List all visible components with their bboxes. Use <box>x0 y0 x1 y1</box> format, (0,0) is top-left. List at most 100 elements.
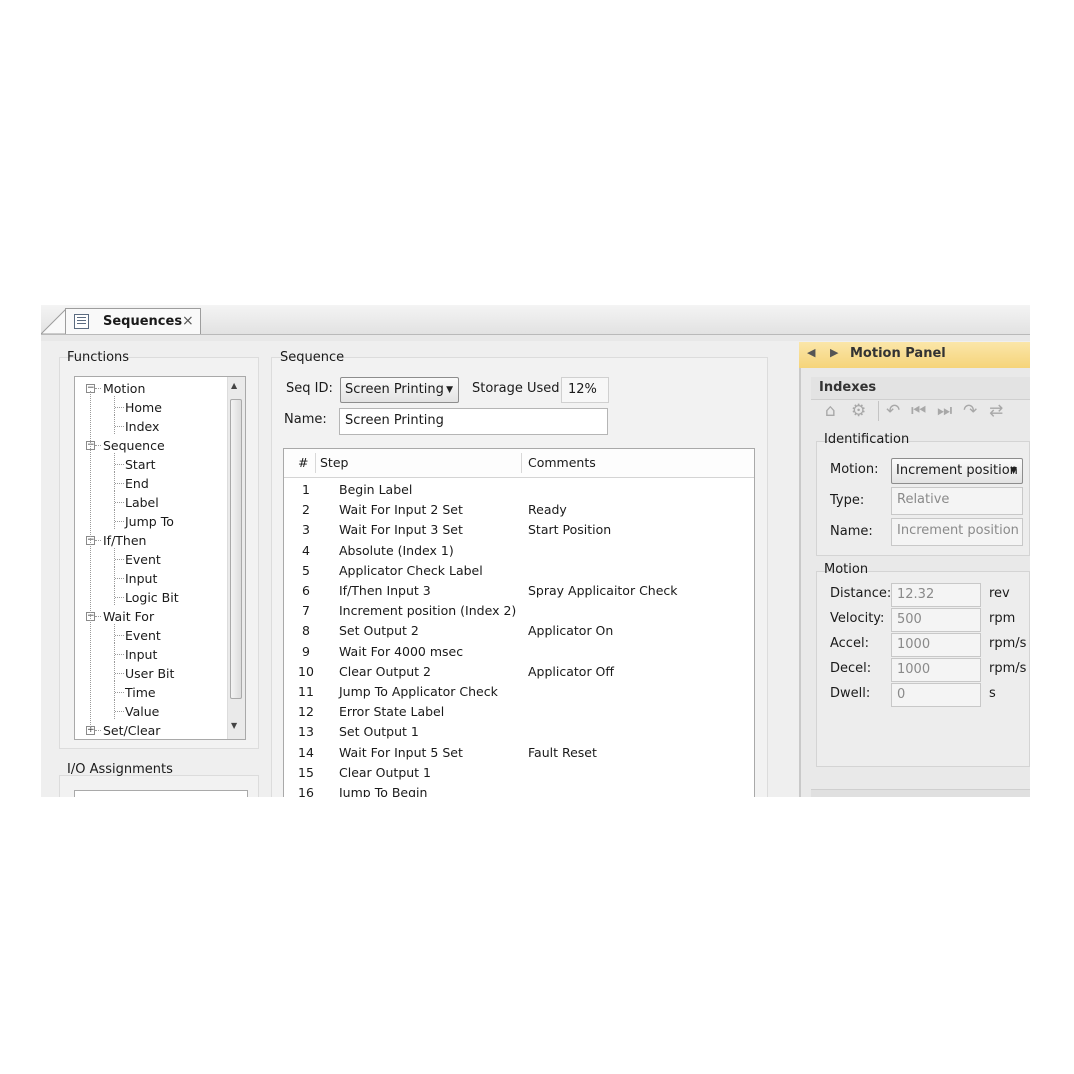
undo-icon[interactable]: ↶ <box>886 401 900 421</box>
tree-connector <box>115 578 124 579</box>
seq-id-dropdown[interactable]: Screen Printing ▼ <box>340 377 459 403</box>
tree-connector <box>95 616 101 617</box>
tree-connector <box>114 491 115 510</box>
row-step: Increment position (Index 2) <box>339 603 517 618</box>
tree-connector <box>114 548 115 567</box>
row-number: 8 <box>302 623 310 638</box>
row-comment: Fault Reset <box>528 745 597 760</box>
column-number[interactable]: # <box>298 453 308 473</box>
row-step: Applicator Check Label <box>339 563 483 578</box>
row-step: Begin Label <box>339 482 413 497</box>
tree-leaf[interactable]: Start <box>125 455 156 474</box>
identification-title: Identification <box>824 432 910 447</box>
column-step[interactable]: Step <box>320 453 348 473</box>
row-step: Wait For Input 3 Set <box>339 522 463 537</box>
tree-connector <box>114 700 115 719</box>
tree-connector <box>114 510 115 529</box>
toolbar-separator <box>878 401 879 421</box>
tab-sequences[interactable]: Sequences × <box>65 308 201 334</box>
row-number: 2 <box>302 502 310 517</box>
scroll-up-icon[interactable]: ▲ <box>231 381 237 390</box>
tree-node[interactable]: If/Then <box>103 531 146 550</box>
motion-field-input[interactable]: 1000 <box>891 658 981 682</box>
back-arrow-icon[interactable]: ◀ <box>807 346 815 359</box>
tree-leaf[interactable]: Label <box>125 493 159 512</box>
table-header: # Step Comments <box>284 449 754 478</box>
motion-dropdown[interactable]: Increment position ▼ <box>891 458 1023 484</box>
tree-leaf[interactable]: Input <box>125 569 157 588</box>
motion-field-label: Velocity: <box>830 611 885 626</box>
chevron-down-icon: ▼ <box>446 385 453 395</box>
motion-field-input[interactable]: 500 <box>891 608 981 632</box>
tree-node[interactable]: Set/Clear <box>103 721 160 739</box>
row-number: 16 <box>298 785 314 797</box>
content-border <box>41 335 1030 341</box>
motion-field-unit: rpm/s <box>989 636 1027 651</box>
scroll-thumb[interactable] <box>230 399 242 699</box>
tree-leaf[interactable]: Input <box>125 645 157 664</box>
tree-leaf[interactable]: User Bit <box>125 664 174 683</box>
tree-connector <box>114 472 115 491</box>
row-step: Absolute (Index 1) <box>339 543 454 558</box>
row-number: 12 <box>298 704 314 719</box>
column-comments[interactable]: Comments <box>528 453 596 473</box>
functions-tree[interactable]: − Motion Home Index − Sequence Start End Label Ju… <box>74 376 246 740</box>
row-step: Jump To Applicator Check <box>339 684 498 699</box>
row-step: Jump To Begin <box>339 785 428 797</box>
tree-node[interactable]: Wait For <box>103 607 154 626</box>
tree-connector <box>114 415 115 434</box>
home-icon[interactable]: ⌂ <box>825 401 836 421</box>
tree-leaf[interactable]: Event <box>125 550 161 569</box>
sequence-name-input[interactable]: Screen Printing <box>339 408 608 435</box>
sequence-steps-table[interactable]: # Step Comments 1 Begin Label 2 Wait For In… <box>283 448 755 797</box>
tree-connector <box>115 483 124 484</box>
tree-connector <box>95 730 101 731</box>
redo-icon[interactable]: ↷ <box>963 401 977 421</box>
row-step: Set Output 2 <box>339 623 419 638</box>
row-step: Wait For 4000 msec <box>339 644 464 659</box>
motion-field-input[interactable]: 12.32 <box>891 583 981 607</box>
forward-arrow-icon[interactable]: ▶ <box>830 346 838 359</box>
tree-node[interactable]: Sequence <box>103 436 165 455</box>
tree-connector <box>114 681 115 700</box>
row-number: 6 <box>302 583 310 598</box>
motion-field-unit: s <box>989 686 996 701</box>
row-comment: Applicator Off <box>528 664 615 679</box>
row-number: 7 <box>302 603 310 618</box>
tab-strip: Sequences × <box>41 305 1030 335</box>
scroll-down-icon[interactable]: ▼ <box>231 721 237 730</box>
home-gear-icon[interactable]: ⚙ <box>851 401 866 421</box>
sequence-title: Sequence <box>280 350 345 365</box>
skip-forward-icon[interactable]: ⏭ <box>937 401 952 421</box>
tree-connector <box>115 559 124 560</box>
motion-group-title: Motion <box>824 562 869 577</box>
tree-scrollbar[interactable]: ▲ ▼ <box>227 377 245 739</box>
tree-connector <box>114 586 115 605</box>
skip-back-icon[interactable]: ⏮ <box>911 401 926 421</box>
tree-leaf[interactable]: Jump To <box>125 512 174 531</box>
tree-connector <box>95 388 101 389</box>
tab-slant <box>41 308 67 334</box>
tree-leaf[interactable]: Event <box>125 626 161 645</box>
row-comment: Ready <box>528 502 567 517</box>
swap-icon[interactable]: ⇄ <box>989 401 1003 421</box>
row-step: Wait For Input 5 Set <box>339 745 463 760</box>
tree-leaf[interactable]: Time <box>125 683 156 702</box>
tree-leaf[interactable]: End <box>125 474 149 493</box>
motion-field-input[interactable]: 0 <box>891 683 981 707</box>
motion-field-input[interactable]: 1000 <box>891 633 981 657</box>
row-number: 1 <box>302 482 310 497</box>
close-icon[interactable]: × <box>182 313 194 329</box>
name-label: Name: <box>284 412 327 427</box>
io-assignments-list[interactable] <box>74 790 248 797</box>
tree-node[interactable]: Motion <box>103 379 145 398</box>
index-name-field: Increment position <box>891 518 1023 546</box>
tree-connector <box>115 521 124 522</box>
tree-connector <box>114 662 115 681</box>
tree-leaf[interactable]: Logic Bit <box>125 588 179 607</box>
tree-leaf[interactable]: Home <box>125 398 162 417</box>
column-divider <box>315 453 316 473</box>
tree-leaf[interactable]: Index <box>125 417 159 436</box>
tree-leaf[interactable]: Value <box>125 702 159 721</box>
tree-connector <box>95 445 101 446</box>
